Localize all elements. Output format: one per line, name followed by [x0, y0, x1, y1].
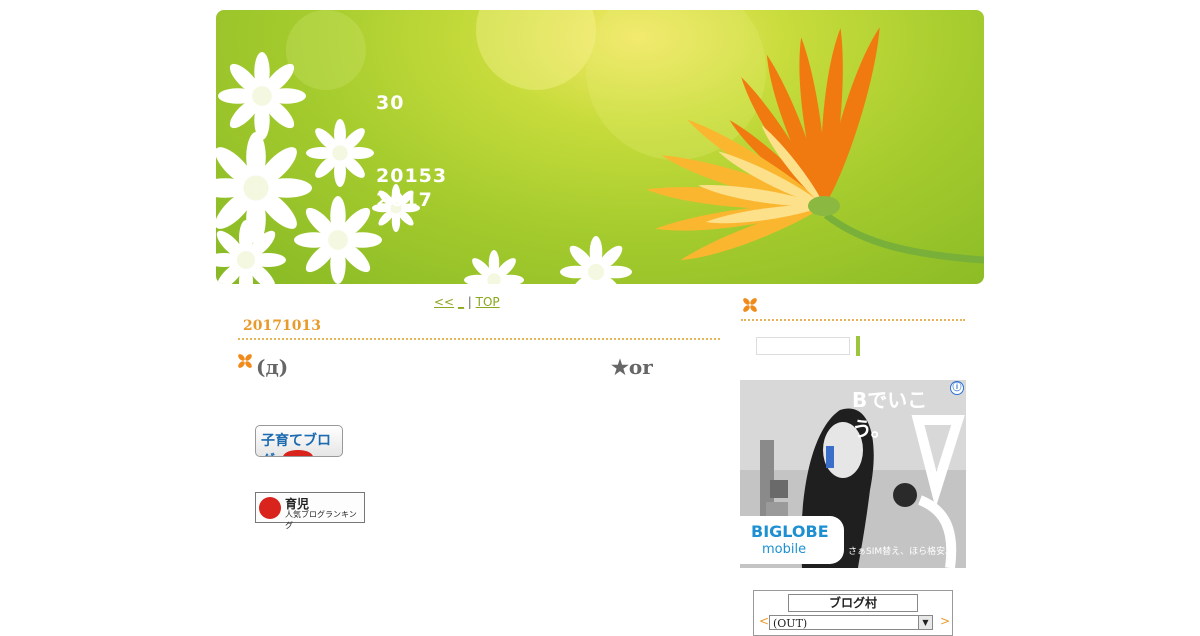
flower-bullet-icon [238, 354, 252, 368]
blog-description: 20153 2017 [376, 164, 447, 212]
kosodate-blog-badge[interactable]: 子育てブログ [255, 425, 343, 457]
post-title[interactable]: (д) [256, 355, 288, 379]
blog-village-logo[interactable]: ブログ村 [788, 594, 918, 612]
header-artwork [216, 10, 984, 284]
prev-post-link[interactable]: << [434, 295, 454, 309]
nav-separator: | [467, 295, 472, 309]
search-input[interactable] [756, 337, 850, 355]
badge-red-mark [283, 450, 313, 456]
header-banner: 30 20153 2017 [216, 10, 984, 284]
ikuji-ranking-subtitle: 人気ブログランキング [285, 510, 357, 530]
village-selected-option: (OUT) [773, 617, 808, 630]
village-next-link[interactable]: > [940, 614, 950, 628]
top-link[interactable]: TOP [476, 295, 500, 309]
post-divider [238, 338, 720, 340]
blog-description-line1: 20153 [376, 165, 448, 187]
ikuji-ranking-badge[interactable]: 育児 人気ブログランキング [255, 492, 365, 530]
sidebar-flower-icon [743, 298, 757, 312]
ranking-logo-icon [259, 497, 281, 519]
ad-sub-brand: mobile [762, 542, 807, 557]
chevron-down-icon[interactable]: ▼ [918, 616, 932, 629]
post-navigation: << _ | TOP [434, 295, 500, 309]
post-date: 20171013 [243, 318, 321, 334]
ad-brand: BIGLOBE [751, 522, 829, 541]
search-button[interactable] [856, 336, 860, 356]
middle-link[interactable]: _ [458, 295, 464, 309]
post-title-suffix: ★or [611, 355, 653, 379]
blog-village-widget: ブログ村 < (OUT) ▼ > [753, 590, 953, 636]
sidebar-divider [741, 319, 965, 321]
blog-description-line2: 2017 [376, 189, 433, 211]
blog-title[interactable]: 30 [376, 92, 404, 114]
ad-headline: Bでいこう。 [852, 388, 928, 441]
ad-tagline: さぁSIM替え、ほら格安。 [848, 547, 955, 557]
village-category-select[interactable]: (OUT) ▼ [769, 615, 933, 630]
village-prev-link[interactable]: < [759, 614, 769, 628]
biglobe-ad[interactable]: ⓘ Bでいこう。 BIGLOBE mobile さぁSIM替え、ほら格安。 [740, 380, 966, 568]
